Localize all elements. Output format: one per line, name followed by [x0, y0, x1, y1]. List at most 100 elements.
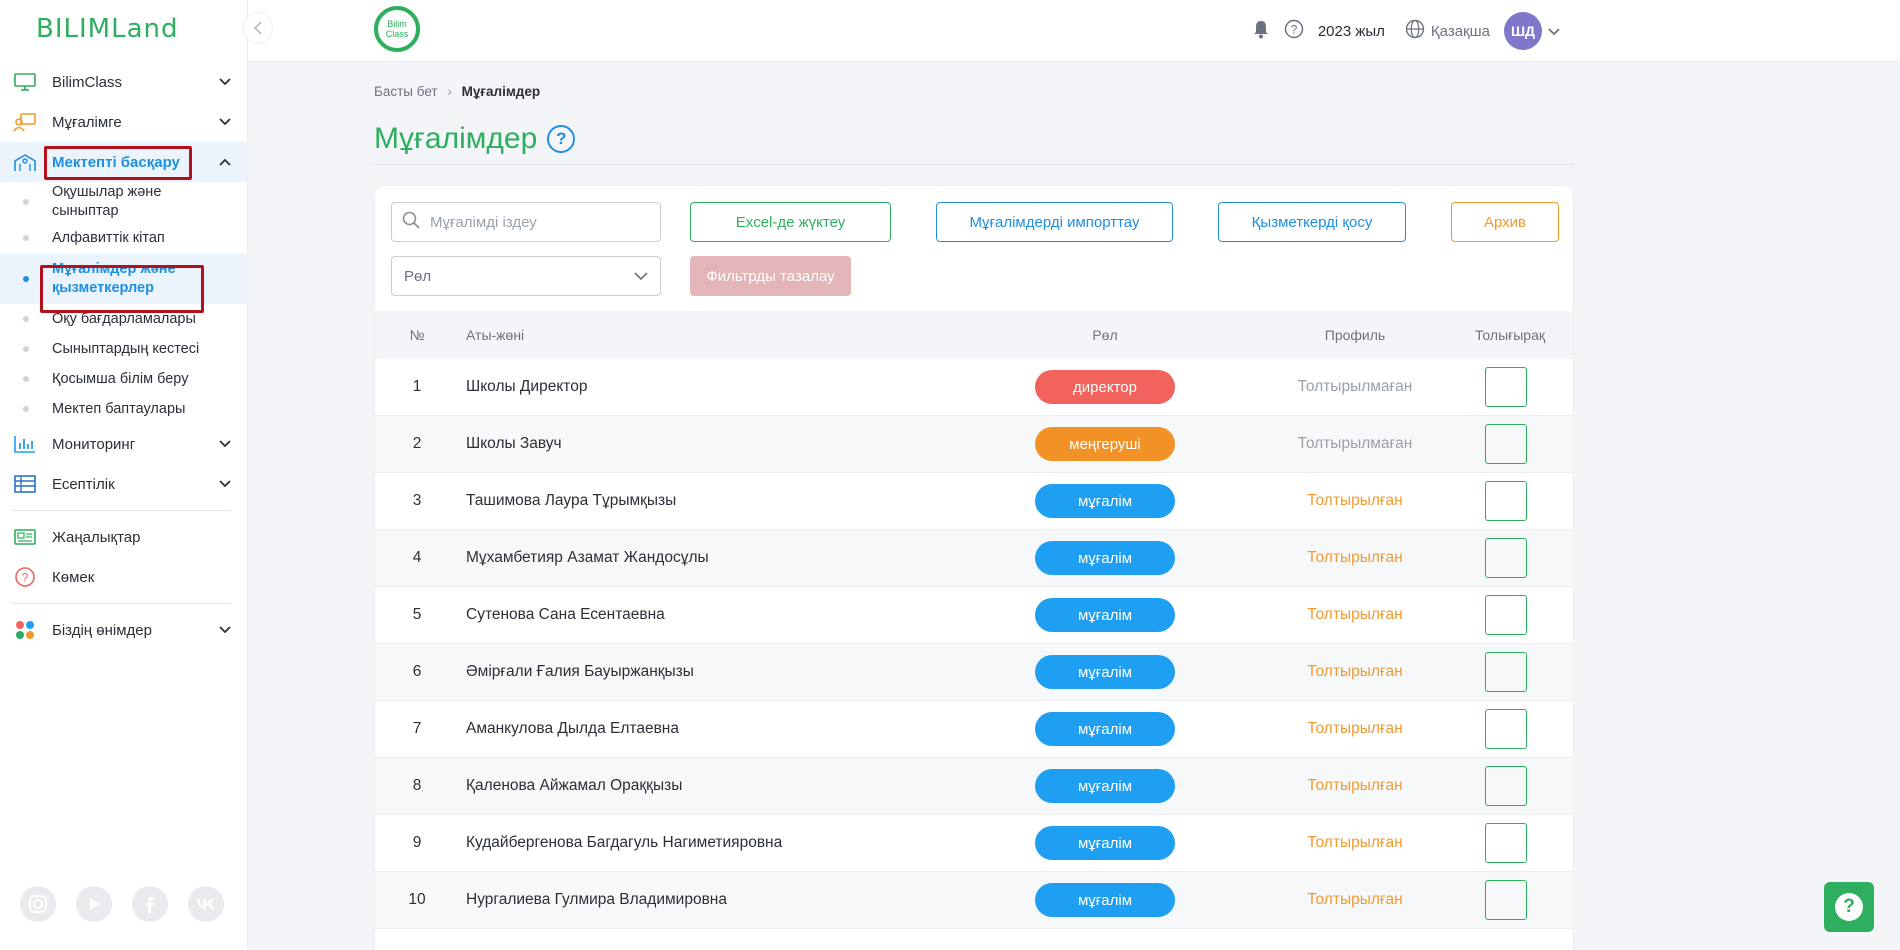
svg-text:?: ? — [1290, 23, 1297, 37]
search-box[interactable] — [391, 202, 661, 242]
profile-status: Толтырылған — [1307, 777, 1403, 794]
teacher-name[interactable]: Сутенова Сана Есентаевна — [466, 606, 665, 624]
chevron-down-icon — [215, 115, 235, 129]
language-selector[interactable]: Қазақша — [1431, 23, 1490, 40]
details-button[interactable] — [1485, 823, 1527, 863]
search-input[interactable] — [430, 213, 650, 231]
role-select-value: Рөл — [404, 267, 432, 285]
archive-button[interactable]: Архив — [1451, 202, 1559, 242]
bilimland-logo[interactable]: BILIMLand — [36, 14, 179, 44]
col-header-name: Аты-жөні — [466, 327, 525, 343]
sidebar-item-reports[interactable]: Есептілік — [0, 464, 247, 504]
details-button[interactable] — [1485, 424, 1527, 464]
table-row[interactable]: 7 Аманкулова Дылда Елтаевна мұғалім Толтыры… — [375, 701, 1573, 758]
sidebar-subitem-alphabet-book[interactable]: Алфавиттік кітап — [0, 222, 247, 254]
sidebar-subitem-school-settings[interactable]: Мектеп баптаулары — [0, 394, 247, 424]
chevron-down-icon[interactable] — [1548, 23, 1560, 40]
facebook-icon[interactable] — [132, 886, 168, 922]
sidebar-collapse-button[interactable] — [243, 12, 273, 44]
teacher-name[interactable]: Мұхамбетияр Азамат Жандосұлы — [466, 549, 709, 567]
teacher-name[interactable]: Школы Директор — [466, 378, 587, 396]
sidebar-subitem-students[interactable]: Оқушылар және сыныптар — [0, 182, 247, 222]
teacher-name[interactable]: Кудайбергенова Багдагуль Нагиметияровна — [466, 834, 782, 852]
sidebar-item-label: Есептілік — [52, 475, 115, 493]
sidebar-item-help[interactable]: ? Көмек — [0, 557, 247, 597]
role-badge: мұғалім — [1035, 541, 1175, 575]
youtube-icon[interactable] — [76, 886, 112, 922]
row-number: 3 — [412, 492, 422, 509]
breadcrumb-home[interactable]: Басты бет — [374, 84, 438, 99]
import-teachers-button[interactable]: Мұғалімдерді импорттау — [936, 202, 1173, 242]
table-row[interactable]: 5 Сутенова Сана Есентаевна мұғалім Толтырыл… — [375, 587, 1573, 644]
sidebar-subitem-label: Оқушылар және сыныптар — [52, 184, 162, 219]
table-row[interactable]: 6 Әмірғали Ғалия Бауыржанқызы мұғалім Толты… — [375, 644, 1573, 701]
table-row[interactable]: 8 Қаленова Айжамал Ораққызы мұғалім Толтыры… — [375, 758, 1573, 815]
teacher-name[interactable]: Школы Завуч — [466, 435, 562, 453]
sidebar-item-news[interactable]: Жаңалықтар — [0, 517, 247, 557]
col-header-more: Толығырақ — [1474, 327, 1546, 343]
question-icon[interactable]: ? — [1284, 19, 1304, 43]
col-header-role: Рөл — [1092, 327, 1118, 343]
year-selector[interactable]: 2023 жыл — [1318, 23, 1385, 40]
table-body: 1 Школы Директор директор Толтырылмаған 2 Шко… — [375, 359, 1573, 929]
page-title: Мұғалімдер ? — [374, 122, 576, 156]
role-badge: мұғалім — [1035, 826, 1175, 860]
details-button[interactable] — [1485, 880, 1527, 920]
table-icon — [12, 473, 38, 495]
products-icon — [12, 619, 38, 641]
help-icon[interactable]: ? — [547, 125, 576, 153]
sidebar-item-monitoring[interactable]: Мониторинг — [0, 424, 247, 464]
avatar[interactable]: ШД — [1504, 12, 1542, 50]
details-button[interactable] — [1485, 766, 1527, 806]
vk-icon[interactable] — [188, 886, 224, 922]
sidebar-subitem-class-schedule[interactable]: Сыныптардың кестесі — [0, 334, 247, 364]
sidebar-subitem-label: Алфавиттік кітап — [52, 229, 165, 246]
details-button[interactable] — [1485, 538, 1527, 578]
sidebar-divider — [12, 510, 231, 511]
add-staff-button[interactable]: Қызметкерді қосу — [1218, 202, 1406, 242]
search-icon — [402, 211, 420, 233]
globe-icon[interactable] — [1405, 19, 1425, 43]
role-badge: директор — [1035, 370, 1175, 404]
teacher-name[interactable]: Қаленова Айжамал Ораққызы — [466, 777, 682, 795]
role-badge: мұғалім — [1035, 769, 1175, 803]
table-row[interactable]: 1 Школы Директор директор Толтырылмаған — [375, 359, 1573, 416]
teacher-name[interactable]: Әмірғали Ғалия Бауыржанқызы — [466, 663, 694, 681]
clear-filters-button[interactable]: Фильтрды тазалау — [690, 256, 851, 296]
sidebar-item-bilimclass[interactable]: BilimClass — [0, 62, 247, 102]
role-select[interactable]: Рөл — [391, 256, 661, 296]
teacher-name[interactable]: Аманкулова Дылда Елтаевна — [466, 720, 679, 738]
profile-status: Толтырылмаған — [1297, 435, 1413, 452]
row-number: 4 — [412, 549, 422, 566]
header-actions: ? 2023 жыл Қазақша ШД — [1252, 12, 1560, 50]
details-button[interactable] — [1485, 481, 1527, 521]
sidebar-subitem-extra-education[interactable]: Қосымша білім беру — [0, 364, 247, 394]
details-button[interactable] — [1485, 595, 1527, 635]
details-button[interactable] — [1485, 367, 1527, 407]
details-button[interactable] — [1485, 709, 1527, 749]
table-row[interactable]: 4 Мұхамбетияр Азамат Жандосұлы мұғалім Толт… — [375, 530, 1573, 587]
profile-status: Толтырылмаған — [1297, 378, 1413, 395]
table-row[interactable]: 10 Нургалиева Гулмира Владимировна мұғалім… — [375, 872, 1573, 929]
table-row[interactable]: 3 Ташимова Лаура Тұрымқызы мұғалім Толтырыл… — [375, 473, 1573, 530]
instagram-icon[interactable] — [20, 886, 56, 922]
title-divider — [374, 164, 1574, 165]
row-number: 7 — [412, 720, 422, 737]
sidebar-item-teacher[interactable]: Мұғалімге — [0, 102, 247, 142]
teacher-name[interactable]: Нургалиева Гулмира Владимировна — [466, 891, 727, 909]
excel-download-button[interactable]: Excel-де жүктеу — [690, 202, 891, 242]
teacher-name[interactable]: Ташимова Лаура Тұрымқызы — [466, 492, 676, 510]
table-row[interactable]: 9 Кудайбергенова Багдагуль Нагиметияровна… — [375, 815, 1573, 872]
role-badge: мұғалім — [1035, 484, 1175, 518]
social-links — [20, 886, 224, 922]
help-chat-button[interactable]: ? — [1824, 882, 1874, 932]
sidebar-item-products[interactable]: Біздің өнімдер — [0, 610, 247, 650]
chevron-down-icon — [634, 268, 648, 285]
details-button[interactable] — [1485, 652, 1527, 692]
table-row[interactable]: 2 Школы Завуч меңгеруші Толтырылмаған — [375, 416, 1573, 473]
profile-status: Толтырылған — [1307, 663, 1403, 680]
bilimclass-logo[interactable]: Bilim Class — [374, 6, 420, 52]
bell-icon[interactable] — [1252, 19, 1270, 43]
sidebar-item-label: Мұғалімге — [52, 113, 122, 131]
sidebar-item-label: Біздің өнімдер — [52, 621, 152, 639]
